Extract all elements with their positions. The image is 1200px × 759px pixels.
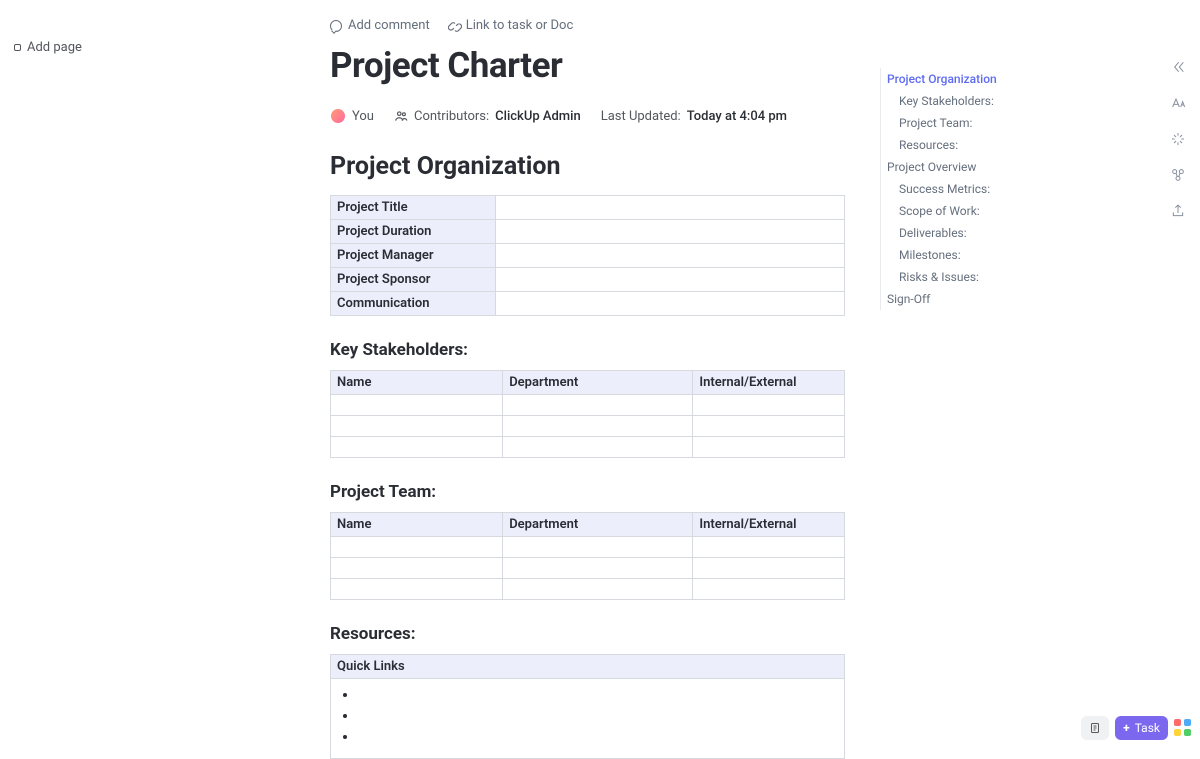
col-department: Department bbox=[503, 513, 693, 537]
apps-icon[interactable] bbox=[1174, 719, 1192, 737]
quick-links-body[interactable] bbox=[330, 679, 845, 759]
page-icon bbox=[14, 44, 21, 51]
subsection-heading-team[interactable]: Project Team: bbox=[330, 482, 845, 502]
outline-item-key-stakeholders[interactable]: Key Stakeholders: bbox=[887, 90, 1000, 112]
col-name: Name bbox=[331, 371, 503, 395]
list-item[interactable] bbox=[357, 687, 822, 708]
table-row bbox=[331, 395, 845, 416]
people-icon bbox=[394, 109, 408, 123]
resources-table[interactable]: Quick Links bbox=[330, 654, 845, 679]
document-main: Add comment Link to task or Doc Project … bbox=[330, 18, 845, 759]
outline-item-resources[interactable]: Resources: bbox=[887, 134, 1000, 156]
table-header-row: Quick Links bbox=[331, 655, 845, 679]
stakeholders-table[interactable]: Name Department Internal/External bbox=[330, 370, 845, 458]
org-row-label[interactable]: Project Manager bbox=[331, 244, 496, 268]
outline-item-milestones[interactable]: Milestones: bbox=[887, 244, 1000, 266]
link-to-task-button[interactable]: Link to task or Doc bbox=[448, 18, 574, 33]
comment-icon bbox=[330, 20, 342, 32]
task-label: Task bbox=[1135, 721, 1160, 735]
table-row: Project Duration bbox=[331, 220, 845, 244]
org-row-label[interactable]: Project Sponsor bbox=[331, 268, 496, 292]
new-task-button[interactable]: + Task bbox=[1115, 716, 1168, 740]
contributors-label: Contributors: bbox=[414, 109, 489, 124]
contributors-value: ClickUp Admin bbox=[495, 109, 581, 124]
table-row: Communication bbox=[331, 292, 845, 316]
add-comment-label: Add comment bbox=[348, 18, 430, 33]
integrations-icon[interactable] bbox=[1169, 166, 1187, 184]
add-page-button[interactable]: Add page bbox=[14, 40, 82, 55]
outline-item-risks-issues[interactable]: Risks & Issues: bbox=[887, 266, 1000, 288]
outline-item-project-team[interactable]: Project Team: bbox=[887, 112, 1000, 134]
table-row bbox=[331, 437, 845, 458]
top-actions-bar: Add comment Link to task or Doc bbox=[330, 18, 845, 33]
table-row bbox=[331, 537, 845, 558]
org-row-label[interactable]: Communication bbox=[331, 292, 496, 316]
org-row-value[interactable] bbox=[496, 220, 845, 244]
table-row: Project Manager bbox=[331, 244, 845, 268]
org-row-label[interactable]: Project Title bbox=[331, 196, 496, 220]
col-internal-external: Internal/External bbox=[693, 371, 845, 395]
avatar bbox=[330, 108, 346, 124]
table-row: Project Sponsor bbox=[331, 268, 845, 292]
list-item[interactable] bbox=[357, 729, 822, 750]
page-title[interactable]: Project Charter bbox=[330, 45, 845, 86]
author-you-label: You bbox=[352, 109, 374, 124]
note-button[interactable] bbox=[1081, 716, 1109, 740]
share-icon[interactable] bbox=[1169, 202, 1187, 220]
org-row-value[interactable] bbox=[496, 196, 845, 220]
link-icon bbox=[448, 20, 460, 32]
typography-icon[interactable] bbox=[1169, 94, 1187, 112]
org-row-value[interactable] bbox=[496, 292, 845, 316]
last-updated-chip: Last Updated: Today at 4:04 pm bbox=[601, 109, 787, 124]
meta-row: You Contributors: ClickUp Admin Last Upd… bbox=[330, 108, 845, 124]
contributors-chip[interactable]: Contributors: ClickUp Admin bbox=[394, 109, 581, 124]
outline-item-scope-of-work[interactable]: Scope of Work: bbox=[887, 200, 1000, 222]
org-row-label[interactable]: Project Duration bbox=[331, 220, 496, 244]
table-row bbox=[331, 558, 845, 579]
document-outline: Project Organization Key Stakeholders: P… bbox=[880, 68, 1000, 310]
last-updated-value: Today at 4:04 pm bbox=[687, 109, 787, 124]
list-item[interactable] bbox=[357, 708, 822, 729]
col-name: Name bbox=[331, 513, 503, 537]
collapse-icon[interactable] bbox=[1169, 58, 1187, 76]
table-header-row: Name Department Internal/External bbox=[331, 513, 845, 537]
add-comment-button[interactable]: Add comment bbox=[330, 18, 430, 33]
right-rail bbox=[1166, 58, 1190, 220]
bottom-actions: + Task bbox=[1081, 716, 1192, 740]
outline-item-deliverables[interactable]: Deliverables: bbox=[887, 222, 1000, 244]
org-row-value[interactable] bbox=[496, 244, 845, 268]
table-row: Project Title bbox=[331, 196, 845, 220]
organization-table[interactable]: Project Title Project Duration Project M… bbox=[330, 195, 845, 316]
author-chip[interactable]: You bbox=[330, 108, 374, 124]
col-internal-external: Internal/External bbox=[693, 513, 845, 537]
sparkle-icon[interactable] bbox=[1169, 130, 1187, 148]
table-row bbox=[331, 416, 845, 437]
col-quick-links: Quick Links bbox=[331, 655, 845, 679]
outline-item-success-metrics[interactable]: Success Metrics: bbox=[887, 178, 1000, 200]
col-department: Department bbox=[503, 371, 693, 395]
subsection-heading-stakeholders[interactable]: Key Stakeholders: bbox=[330, 340, 845, 360]
table-row bbox=[331, 579, 845, 600]
add-page-label: Add page bbox=[27, 40, 82, 55]
outline-item-sign-off[interactable]: Sign-Off bbox=[887, 288, 1000, 310]
link-to-task-label: Link to task or Doc bbox=[466, 18, 574, 33]
org-row-value[interactable] bbox=[496, 268, 845, 292]
table-header-row: Name Department Internal/External bbox=[331, 371, 845, 395]
outline-item-project-organization[interactable]: Project Organization bbox=[887, 68, 1000, 90]
plus-icon: + bbox=[1123, 721, 1130, 735]
team-table[interactable]: Name Department Internal/External bbox=[330, 512, 845, 600]
subsection-heading-resources[interactable]: Resources: bbox=[330, 624, 845, 644]
outline-item-project-overview[interactable]: Project Overview bbox=[887, 156, 1000, 178]
last-updated-label: Last Updated: bbox=[601, 109, 681, 124]
section-heading-organization[interactable]: Project Organization bbox=[330, 152, 845, 181]
